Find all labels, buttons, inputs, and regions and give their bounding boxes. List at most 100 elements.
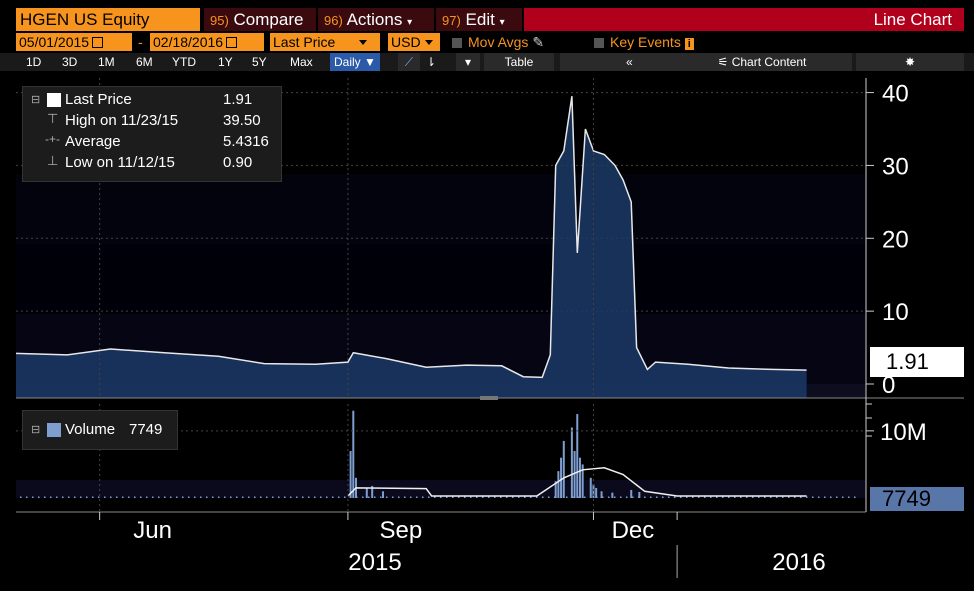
volume-bar: [848, 496, 850, 498]
volume-bar: [557, 471, 560, 498]
volume-bar: [830, 496, 832, 498]
volume-bar: [188, 496, 190, 498]
volume-bar: [20, 496, 22, 498]
volume-bar: [146, 496, 148, 498]
volume-label: Volume: [65, 421, 116, 438]
volume-bar: [344, 496, 346, 498]
volume-bar: [602, 496, 604, 498]
volume-bar: [68, 496, 70, 498]
price-tick-label: 20: [882, 226, 909, 253]
last-price-tag: 1.91: [870, 347, 964, 377]
volume-bar: [116, 496, 118, 498]
volume-bar: [38, 496, 40, 498]
volume-bar: [206, 496, 208, 498]
volume-bar: [98, 496, 100, 498]
volume-bar: [128, 496, 130, 498]
collapse-box-icon[interactable]: ⊟: [31, 411, 40, 449]
volume-bar: [386, 496, 388, 498]
volume-bar: [573, 451, 576, 498]
volume-bar: [824, 496, 826, 498]
volume-bar: [284, 496, 286, 498]
high-marker-icon: ⊤: [47, 111, 59, 126]
volume-bar: [212, 496, 214, 498]
volume-bar: [572, 496, 574, 498]
volume-bar: [338, 496, 340, 498]
volume-bar: [836, 496, 838, 498]
drag-handle: [480, 396, 498, 400]
volume-bar: [595, 487, 598, 498]
average-value: 5.4316: [223, 133, 269, 150]
volume-bar: [230, 496, 232, 498]
x-tick-label: Dec: [612, 517, 655, 544]
volume-bar: [290, 496, 292, 498]
x-tick-label: Jun: [133, 517, 172, 544]
last-price-value: 1.91: [223, 91, 253, 108]
low-marker-icon: ⊥: [47, 153, 59, 168]
x-tick-label: Sep: [380, 517, 423, 544]
volume-bar: [176, 496, 178, 498]
white-square-icon: [47, 93, 61, 107]
volume-bar: [812, 496, 814, 498]
volume-bar: [542, 496, 544, 498]
volume-bar: [152, 496, 154, 498]
volume-bar: [320, 496, 322, 498]
volume-bar: [566, 496, 568, 498]
volume-bar: [254, 496, 256, 498]
volume-bar: [44, 496, 46, 498]
volume-bar: [404, 496, 406, 498]
volume-bar: [332, 496, 334, 498]
volume-bar: [578, 457, 581, 498]
volume-bar: [562, 440, 565, 498]
average-marker-icon: -+-: [45, 132, 60, 146]
volume-bar: [644, 496, 646, 498]
volume-bar: [302, 496, 304, 498]
last-volume-tag: 7749: [870, 487, 964, 511]
volume-bar: [560, 457, 563, 498]
price-tick-label: 40: [882, 81, 909, 108]
volume-bar: [416, 496, 418, 498]
volume-bar: [308, 496, 310, 498]
volume-bar: [392, 496, 394, 498]
volume-bar: [248, 496, 250, 498]
volume-bar: [92, 496, 94, 498]
volume-bar: [224, 496, 226, 498]
low-value: 0.90: [223, 154, 253, 171]
volume-bar: [110, 496, 112, 498]
price-legend: ⊟ Last Price 1.91 ⊤ High on 11/23/15 39.…: [22, 86, 282, 182]
volume-bar: [410, 496, 412, 498]
volume-tick-label: 10M: [880, 419, 927, 446]
volume-bar: [326, 496, 328, 498]
volume-bar: [365, 487, 368, 498]
volume-bar: [352, 410, 355, 498]
volume-bar: [576, 414, 579, 498]
average-label: Average: [65, 133, 121, 150]
volume-bar: [314, 496, 316, 498]
volume-bar: [632, 496, 634, 498]
volume-bar: [32, 496, 34, 498]
volume-bar: [266, 496, 268, 498]
collapse-box-icon[interactable]: ⊟: [31, 93, 40, 106]
volume-bar: [398, 496, 400, 498]
year-label: 2016: [772, 549, 825, 576]
price-tick-label: 10: [882, 299, 909, 326]
price-band: [16, 174, 866, 244]
volume-bar: [50, 496, 52, 498]
volume-bar: [626, 496, 628, 498]
volume-bar: [662, 496, 664, 498]
volume-bar: [554, 496, 556, 498]
volume-bar: [134, 496, 136, 498]
high-label: High on 11/23/15: [65, 112, 179, 129]
volume-bar: [272, 496, 274, 498]
volume-bar: [368, 496, 370, 498]
volume-bar: [350, 496, 352, 498]
volume-bar: [548, 496, 550, 498]
volume-bar: [668, 496, 670, 498]
high-value: 39.50: [223, 112, 261, 129]
volume-bar: [596, 496, 598, 498]
volume-bar: [854, 496, 856, 498]
volume-bar: [356, 496, 358, 498]
volume-value: 7749: [129, 421, 163, 438]
volume-bar: [380, 496, 382, 498]
volume-bar: [428, 496, 430, 498]
low-label: Low on 11/12/15: [65, 154, 175, 171]
